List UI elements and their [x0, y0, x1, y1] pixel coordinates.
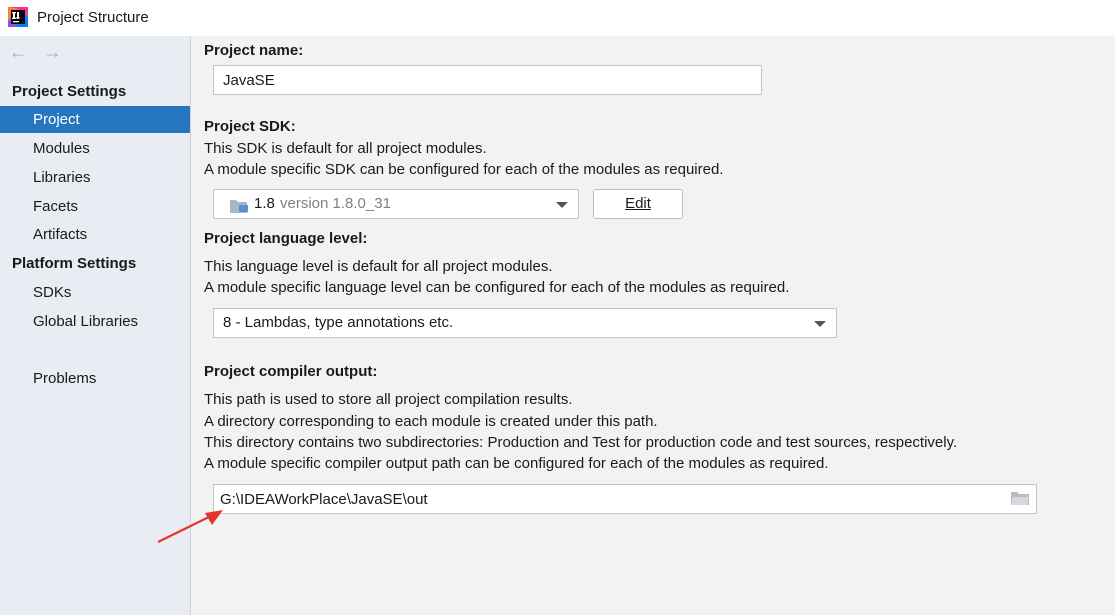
platform-settings-heading: Platform Settings	[12, 255, 137, 272]
sidebar-item-artifacts[interactable]: Artifacts	[0, 221, 190, 248]
back-arrow-icon[interactable]: ←	[9, 42, 27, 62]
sdk-selected-name: 1.8	[254, 195, 275, 212]
annotation-arrow	[157, 510, 223, 543]
project-sdk-label: Project SDK:	[204, 118, 296, 135]
project-structure-window: Project Structure ← → Project Settings P…	[0, 0, 1115, 615]
sidebar-item-global-libraries[interactable]: Global Libraries	[0, 308, 190, 335]
project-sdk-description-line1: This SDK is default for all project modu…	[204, 140, 487, 157]
intellij-idea-icon	[8, 7, 28, 27]
edit-sdk-button[interactable]: Edit	[593, 189, 683, 219]
edit-button-label: Edit	[625, 195, 651, 212]
language-level-description-line1: This language level is default for all p…	[204, 258, 553, 275]
language-level-selected: 8 - Lambdas, type annotations etc.	[223, 314, 454, 331]
window-title: Project Structure	[37, 9, 149, 26]
sidebar-item-sdks[interactable]: SDKs	[0, 279, 190, 306]
sidebar-item-modules[interactable]: Modules	[0, 135, 190, 162]
compiler-output-description-line1: This path is used to store all project c…	[204, 391, 573, 408]
forward-arrow-icon[interactable]: →	[43, 42, 61, 62]
language-level-description-line2: A module specific language level can be …	[204, 279, 790, 296]
compiler-output-label: Project compiler output:	[204, 363, 378, 380]
project-name-input[interactable]	[213, 65, 762, 95]
sidebar-item-problems[interactable]: Problems	[0, 365, 190, 392]
chevron-down-icon	[814, 321, 826, 327]
compiler-output-description-line4: A module specific compiler output path c…	[204, 455, 829, 472]
compiler-output-field	[213, 484, 1037, 514]
language-level-dropdown[interactable]: 8 - Lambdas, type annotations etc.	[213, 308, 837, 338]
compiler-output-path-input[interactable]	[213, 484, 1037, 514]
compiler-output-description-line3: This directory contains two subdirectori…	[204, 434, 958, 451]
sidebar-item-project[interactable]: Project	[0, 106, 190, 133]
sidebar-item-libraries[interactable]: Libraries	[0, 164, 190, 191]
sdk-selected-version: version 1.8.0_31	[280, 195, 391, 212]
language-level-label: Project language level:	[204, 230, 368, 247]
sidebar-item-facets[interactable]: Facets	[0, 193, 190, 220]
sdk-folder-icon	[230, 200, 248, 213]
project-settings-panel: Project name: Project SDK: This SDK is d…	[191, 36, 1115, 615]
project-settings-heading: Project Settings	[12, 83, 127, 100]
project-sdk-description-line2: A module specific SDK can be configured …	[204, 161, 724, 178]
chevron-down-icon	[556, 202, 568, 208]
title-bar: Project Structure	[0, 0, 1115, 36]
browse-folder-icon[interactable]	[1011, 491, 1029, 505]
compiler-output-description-line2: A directory corresponding to each module…	[204, 413, 658, 430]
history-nav: ← →	[9, 42, 73, 62]
project-sdk-dropdown[interactable]: 1.8 version 1.8.0_31	[213, 189, 579, 219]
project-name-label: Project name:	[204, 42, 304, 59]
